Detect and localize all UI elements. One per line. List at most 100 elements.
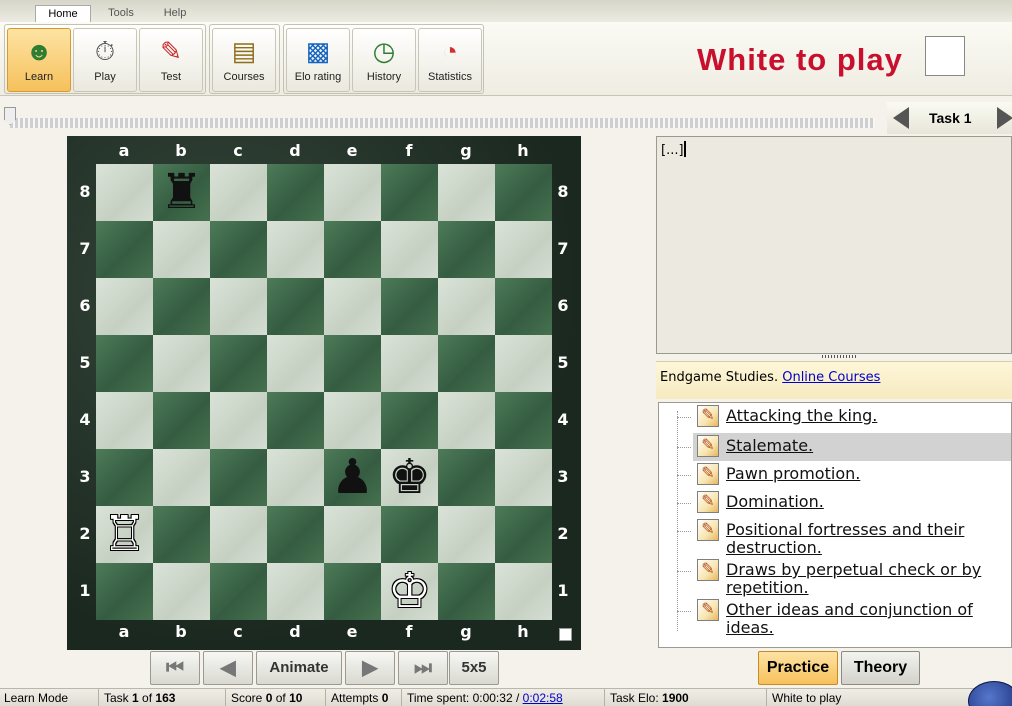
square-h3[interactable] [495, 449, 552, 506]
prev-task-icon[interactable] [893, 107, 909, 129]
test-button[interactable]: ✎ Test [139, 28, 203, 92]
square-h8[interactable] [495, 164, 552, 221]
online-courses-link[interactable]: Online Courses [782, 370, 880, 385]
square-e7[interactable] [324, 221, 381, 278]
square-g1[interactable] [438, 563, 495, 620]
square-f6[interactable] [381, 278, 438, 335]
square-e2[interactable] [324, 506, 381, 563]
history-button[interactable]: ◷ History [352, 28, 416, 92]
square-b6[interactable] [153, 278, 210, 335]
square-a6[interactable] [96, 278, 153, 335]
last-move-button[interactable]: ⏭ [398, 651, 448, 685]
topic-label[interactable]: Domination. [726, 493, 1006, 511]
square-d6[interactable] [267, 278, 324, 335]
square-d2[interactable] [267, 506, 324, 563]
move-slider[interactable] [0, 104, 885, 132]
tab-home[interactable]: Home [35, 5, 91, 22]
square-g7[interactable] [438, 221, 495, 278]
theory-button[interactable]: Theory [841, 651, 920, 685]
square-c6[interactable] [210, 278, 267, 335]
square-a1[interactable] [96, 563, 153, 620]
square-b1[interactable] [153, 563, 210, 620]
comment-text[interactable]: [...] [661, 141, 686, 158]
panel-splitter[interactable] [822, 355, 856, 358]
square-g5[interactable] [438, 335, 495, 392]
topic-item[interactable]: ✎ Pawn promotion. [693, 461, 1011, 489]
square-e4[interactable] [324, 392, 381, 449]
topic-item[interactable]: ✎ Positional fortresses and their destruc… [693, 517, 1011, 557]
square-f2[interactable] [381, 506, 438, 563]
courses-button[interactable]: ▤ Courses [212, 28, 276, 92]
tab-tools[interactable]: Tools [97, 5, 145, 22]
prev-move-button[interactable]: ◀ [203, 651, 253, 685]
square-b5[interactable] [153, 335, 210, 392]
square-d8[interactable] [267, 164, 324, 221]
elo-rating-button[interactable]: ▩ Elo rating [286, 28, 350, 92]
square-e5[interactable] [324, 335, 381, 392]
topic-item[interactable]: ✎ Attacking the king. [693, 403, 1011, 431]
square-a7[interactable] [96, 221, 153, 278]
topic-label[interactable]: Attacking the king. [726, 407, 1006, 425]
square-e6[interactable] [324, 278, 381, 335]
statistics-button[interactable]: ◔ Statistics [418, 28, 482, 92]
square-c1[interactable] [210, 563, 267, 620]
square-b7[interactable] [153, 221, 210, 278]
topic-item[interactable]: ✎ Stalemate. [693, 433, 1011, 461]
topic-label[interactable]: Positional fortresses and their destruct… [726, 521, 1006, 557]
time-limit-link[interactable]: 0:02:58 [523, 691, 563, 705]
square-g4[interactable] [438, 392, 495, 449]
square-e8[interactable] [324, 164, 381, 221]
square-f7[interactable] [381, 221, 438, 278]
square-g2[interactable] [438, 506, 495, 563]
square-d7[interactable] [267, 221, 324, 278]
square-f4[interactable] [381, 392, 438, 449]
next-move-button[interactable]: ▶ [345, 651, 395, 685]
animate-button[interactable]: Animate [256, 651, 342, 685]
square-c5[interactable] [210, 335, 267, 392]
play-button[interactable]: ⏱ Play [73, 28, 137, 92]
black-rook-icon[interactable]: ♜ [153, 164, 210, 221]
white-king-icon[interactable]: ♔ [381, 563, 438, 620]
comment-panel[interactable]: [...] [656, 136, 1012, 354]
topic-item[interactable]: ✎ Draws by perpetual check or by repetiti… [693, 557, 1011, 597]
square-f8[interactable] [381, 164, 438, 221]
square-a4[interactable] [96, 392, 153, 449]
chess-board[interactable]: a a b b c c d d e e f f g g h h 8 8 7 7 6 6 5 5 4 4 3 3 2 2 1 1 ♜ ♟ ♚ ♖ ♔ [67, 136, 581, 650]
topic-item[interactable]: ✎ Domination. [693, 489, 1011, 517]
square-c3[interactable] [210, 449, 267, 506]
square-d4[interactable] [267, 392, 324, 449]
square-c7[interactable] [210, 221, 267, 278]
square-h2[interactable] [495, 506, 552, 563]
square-h4[interactable] [495, 392, 552, 449]
square-f5[interactable] [381, 335, 438, 392]
square-g6[interactable] [438, 278, 495, 335]
square-e1[interactable] [324, 563, 381, 620]
square-h1[interactable] [495, 563, 552, 620]
learn-button[interactable]: ☻ Learn [7, 28, 71, 92]
square-a8[interactable] [96, 164, 153, 221]
black-king-icon[interactable]: ♚ [381, 449, 438, 506]
square-b3[interactable] [153, 449, 210, 506]
square-d5[interactable] [267, 335, 324, 392]
square-a5[interactable] [96, 335, 153, 392]
black-pawn-icon[interactable]: ♟ [324, 449, 381, 506]
tab-help[interactable]: Help [151, 5, 199, 22]
topic-label[interactable]: Other ideas and conjunction of ideas. [726, 601, 1006, 637]
move-slider-track[interactable] [10, 118, 875, 128]
square-b4[interactable] [153, 392, 210, 449]
square-b2[interactable] [153, 506, 210, 563]
globe-icon[interactable] [968, 681, 1012, 706]
square-g8[interactable] [438, 164, 495, 221]
topic-label[interactable]: Pawn promotion. [726, 465, 1006, 483]
topic-label[interactable]: Draws by perpetual check or by repetitio… [726, 561, 1006, 597]
board-size-button[interactable]: 5x5 [449, 651, 499, 685]
flip-board-checkbox[interactable] [559, 628, 572, 641]
square-c8[interactable] [210, 164, 267, 221]
square-h6[interactable] [495, 278, 552, 335]
square-c4[interactable] [210, 392, 267, 449]
square-g3[interactable] [438, 449, 495, 506]
first-move-button[interactable]: ⏮ [150, 651, 200, 685]
square-d1[interactable] [267, 563, 324, 620]
white-rook-icon[interactable]: ♖ [96, 506, 153, 563]
topic-item[interactable]: ✎ Other ideas and conjunction of ideas. [693, 597, 1011, 637]
